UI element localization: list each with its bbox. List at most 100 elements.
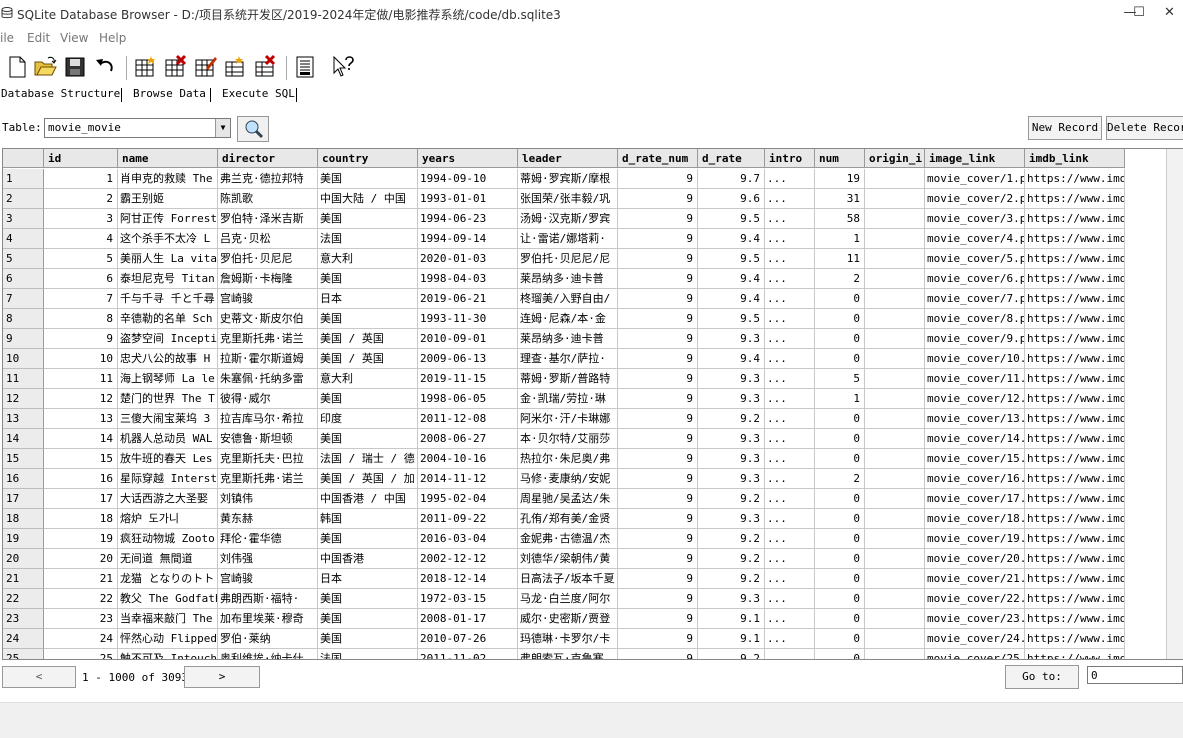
- row-header[interactable]: 20: [3, 549, 44, 569]
- column-header-country[interactable]: country: [318, 149, 418, 168]
- table-cell-director[interactable]: 弗朗西斯·福特·: [218, 589, 318, 609]
- table-cell-image-link[interactable]: movie_cover/14.p: [925, 429, 1025, 449]
- table-cell-years[interactable]: 2011-09-22: [418, 509, 518, 529]
- table-cell-d-rate-num[interactable]: 9: [618, 189, 698, 209]
- table-cell-country[interactable]: 美国 / 英国 / 加: [318, 469, 418, 489]
- table-cell-name[interactable]: 星际穿越 Interst: [118, 469, 218, 489]
- table-cell-id[interactable]: 15: [44, 449, 118, 469]
- table-cell-country[interactable]: 美国: [318, 169, 418, 189]
- table-cell-num[interactable]: 2: [815, 269, 865, 289]
- table-cell-leader[interactable]: 威尔·史密斯/贾登: [518, 609, 618, 629]
- table-cell-d-rate-num[interactable]: 9: [618, 209, 698, 229]
- goto-button[interactable]: Go to:: [1005, 665, 1079, 689]
- table-cell-num[interactable]: 0: [815, 329, 865, 349]
- table-cell-d-rate[interactable]: 9.3: [698, 469, 765, 489]
- table-cell-d-rate-num[interactable]: 9: [618, 329, 698, 349]
- table-cell-name[interactable]: 无间道 無間道: [118, 549, 218, 569]
- table-cell-num[interactable]: 0: [815, 549, 865, 569]
- row-header[interactable]: 11: [3, 369, 44, 389]
- table-cell-id[interactable]: 17: [44, 489, 118, 509]
- table-cell-imdb-link[interactable]: https://www.imdb: [1025, 209, 1125, 229]
- table-cell-d-rate-num[interactable]: 9: [618, 609, 698, 629]
- table-cell-intro[interactable]: ...: [765, 389, 815, 409]
- table-cell-image-link[interactable]: movie_cover/20.p: [925, 549, 1025, 569]
- table-cell-name[interactable]: 霸王别姬: [118, 189, 218, 209]
- table-cell-intro[interactable]: ...: [765, 309, 815, 329]
- table-cell-d-rate[interactable]: 9.2: [698, 529, 765, 549]
- vertical-scrollbar[interactable]: [1166, 149, 1183, 659]
- table-cell-director[interactable]: 安德鲁·斯坦顿: [218, 429, 318, 449]
- save-icon[interactable]: [62, 54, 88, 80]
- table-cell-imdb-link[interactable]: https://www.imdb: [1025, 269, 1125, 289]
- table-cell-name[interactable]: 楚门的世界 The T: [118, 389, 218, 409]
- table-cell-image-link[interactable]: movie_cover/19.p: [925, 529, 1025, 549]
- table-cell-id[interactable]: 3: [44, 209, 118, 229]
- table-cell-d-rate[interactable]: 9.4: [698, 269, 765, 289]
- chevron-down-icon[interactable]: ▼: [215, 119, 230, 137]
- table-cell-director[interactable]: 拜伦·霍华德: [218, 529, 318, 549]
- table-cell-intro[interactable]: ...: [765, 529, 815, 549]
- table-cell-d-rate[interactable]: 9.7: [698, 169, 765, 189]
- table-cell-intro[interactable]: ...: [765, 369, 815, 389]
- table-cell-director[interactable]: 吕克·贝松: [218, 229, 318, 249]
- table-cell-intro[interactable]: ...: [765, 589, 815, 609]
- table-cell-country[interactable]: 美国 / 英国: [318, 329, 418, 349]
- table-cell-director[interactable]: 罗伯托·贝尼尼: [218, 249, 318, 269]
- table-cell-intro[interactable]: ...: [765, 189, 815, 209]
- table-cell-director[interactable]: 彼得·威尔: [218, 389, 318, 409]
- table-cell-intro[interactable]: ...: [765, 409, 815, 429]
- table-cell-country[interactable]: 中国大陆 / 中国: [318, 189, 418, 209]
- table-cell-d-rate[interactable]: 9.2: [698, 489, 765, 509]
- column-header-origin-i[interactable]: origin_i: [865, 149, 925, 168]
- table-cell-name[interactable]: 当幸福来敲门 The: [118, 609, 218, 629]
- table-cell-country[interactable]: 意大利: [318, 369, 418, 389]
- table-cell-leader[interactable]: 蒂姆·罗斯/普路特: [518, 369, 618, 389]
- table-cell-leader[interactable]: 阿米尔·汗/卡琳娜: [518, 409, 618, 429]
- table-cell-d-rate[interactable]: 9.4: [698, 349, 765, 369]
- table-cell-d-rate-num[interactable]: 9: [618, 369, 698, 389]
- table-cell-d-rate[interactable]: 9.5: [698, 249, 765, 269]
- table-cell-leader[interactable]: 刘德华/梁朝伟/黄: [518, 549, 618, 569]
- table-cell-leader[interactable]: 孔侑/郑有美/金贤: [518, 509, 618, 529]
- table-cell-years[interactable]: 2014-11-12: [418, 469, 518, 489]
- table-cell-director[interactable]: 加布里埃莱·穆奇: [218, 609, 318, 629]
- table-cell-imdb-link[interactable]: https://www.imdb: [1025, 409, 1125, 429]
- table-cell-leader[interactable]: 理查·基尔/萨拉·: [518, 349, 618, 369]
- table-cell-country[interactable]: 意大利: [318, 249, 418, 269]
- table-cell-image-link[interactable]: movie_cover/9.pn: [925, 329, 1025, 349]
- table-cell-leader[interactable]: 让·雷诺/娜塔莉·: [518, 229, 618, 249]
- table-cell-d-rate-num[interactable]: 9: [618, 589, 698, 609]
- table-cell-imdb-link[interactable]: https://www.imdb: [1025, 389, 1125, 409]
- table-cell-origin-i[interactable]: [865, 209, 925, 229]
- table-cell-d-rate[interactable]: 9.1: [698, 609, 765, 629]
- table-cell-num[interactable]: 58: [815, 209, 865, 229]
- table-cell-years[interactable]: 2002-12-12: [418, 549, 518, 569]
- table-cell-director[interactable]: 陈凯歌: [218, 189, 318, 209]
- table-cell-name[interactable]: 大话西游之大圣娶: [118, 489, 218, 509]
- table-cell-d-rate-num[interactable]: 9: [618, 409, 698, 429]
- table-cell-num[interactable]: 0: [815, 589, 865, 609]
- table-cell-d-rate[interactable]: 9.1: [698, 629, 765, 649]
- row-header[interactable]: 12: [3, 389, 44, 409]
- table-cell-origin-i[interactable]: [865, 449, 925, 469]
- table-cell-imdb-link[interactable]: https://www.imdb: [1025, 569, 1125, 589]
- table-cell-director[interactable]: 罗伯·莱纳: [218, 629, 318, 649]
- table-cell-d-rate-num[interactable]: 9: [618, 229, 698, 249]
- column-header-imdb-link[interactable]: imdb_link: [1025, 149, 1125, 168]
- table-cell-imdb-link[interactable]: https://www.imdb: [1025, 629, 1125, 649]
- table-cell-director[interactable]: 克里斯托弗·诺兰: [218, 329, 318, 349]
- table-cell-d-rate-num[interactable]: 9: [618, 469, 698, 489]
- table-cell-years[interactable]: 2008-01-17: [418, 609, 518, 629]
- delete-index-icon[interactable]: [252, 54, 278, 80]
- row-header[interactable]: 9: [3, 329, 44, 349]
- table-cell-director[interactable]: 拉斯·霍尔斯道姆: [218, 349, 318, 369]
- table-cell-name[interactable]: 疯狂动物城 Zooto: [118, 529, 218, 549]
- row-header[interactable]: 10: [3, 349, 44, 369]
- table-cell-image-link[interactable]: movie_cover/3.pn: [925, 209, 1025, 229]
- table-cell-director[interactable]: 刘伟强: [218, 549, 318, 569]
- table-cell-num[interactable]: 0: [815, 309, 865, 329]
- row-header[interactable]: 4: [3, 229, 44, 249]
- table-cell-num[interactable]: 0: [815, 609, 865, 629]
- table-cell-years[interactable]: 2009-06-13: [418, 349, 518, 369]
- row-header[interactable]: 7: [3, 289, 44, 309]
